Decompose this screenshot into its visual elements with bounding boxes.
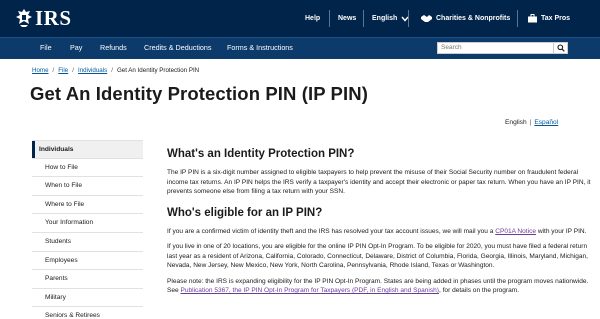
paragraph-what: The IP PIN is a six-digit number assigne… — [167, 169, 591, 195]
section-heading-what: What's an Identity Protection PIN? — [167, 148, 355, 160]
breadcrumb-home[interactable]: Home — [32, 67, 49, 74]
page-title: Get An Identity Protection PIN (IP PIN) — [30, 83, 368, 104]
top-header: IRS Help News English Charities & Nonpro… — [0, 0, 600, 37]
charities-link[interactable]: Charities & Nonprofits — [421, 0, 510, 37]
main-nav: File Pay Refunds Credits & Deductions Fo… — [0, 37, 600, 59]
sidebar-item-where-to-file[interactable]: Where to File — [32, 196, 143, 215]
nav-file[interactable]: File — [40, 38, 52, 59]
sidebar-nav: Individuals How to File When to File Whe… — [32, 140, 143, 319]
publication-5367-link[interactable]: Publication 5367, the IP PIN Opt-In Prog… — [180, 287, 439, 294]
sidebar-item-students[interactable]: Students — [32, 233, 143, 252]
sidebar-item-seniors-retirees[interactable]: Seniors & Retirees — [32, 307, 143, 319]
tax-pros-link-label: Tax Pros — [541, 15, 571, 22]
paragraph-note: Please note: the IRS is expanding eligib… — [167, 277, 591, 296]
search-icon — [556, 44, 565, 52]
breadcrumb-file[interactable]: File — [58, 67, 68, 74]
nav-refunds[interactable]: Refunds — [100, 38, 127, 59]
search-input[interactable]: Search — [437, 42, 554, 54]
nav-credits-deductions[interactable]: Credits & Deductions — [144, 38, 212, 59]
section-heading-who: Who's eligible for an IP PIN? — [167, 206, 323, 219]
sidebar-item-parents[interactable]: Parents — [32, 270, 143, 289]
sidebar-item-your-information[interactable]: Your Information — [32, 214, 143, 233]
nav-pay[interactable]: Pay — [70, 38, 82, 59]
breadcrumb-individuals[interactable]: Individuals — [78, 67, 107, 74]
breadcrumb-separator: / — [72, 67, 74, 74]
irs-logo[interactable]: IRS — [15, 7, 72, 29]
paragraph-note-text-end: , for details on the program. — [438, 287, 520, 294]
language-label: English — [372, 15, 398, 22]
sidebar-item-individuals[interactable]: Individuals — [32, 140, 143, 159]
breadcrumb-separator: / — [111, 67, 113, 74]
logo-text: IRS — [35, 6, 72, 30]
sidebar-item-military[interactable]: Military — [32, 289, 143, 308]
eagle-icon — [16, 9, 32, 27]
language-toggle: English | Español — [505, 119, 558, 126]
search-button[interactable] — [554, 42, 568, 54]
cp01a-notice-link[interactable]: CP01A Notice — [495, 228, 536, 235]
briefcase-icon — [528, 14, 537, 23]
paragraph-locations: If you live in one of 20 locations, you … — [167, 243, 589, 269]
paragraph-victim-text-end: with your IP PIN. — [536, 227, 587, 235]
divider — [517, 10, 518, 27]
nav-forms-instructions[interactable]: Forms & Instructions — [227, 38, 293, 59]
paragraph-victim-text: If you are a confirmed victim of identit… — [167, 227, 496, 235]
main-content: What's an Identity Protection PIN? The I… — [167, 147, 591, 296]
news-link-label: News — [338, 15, 357, 22]
breadcrumb: Home / File / Individuals / Get An Identity Pr… — [32, 67, 199, 74]
breadcrumb-separator: / — [52, 67, 55, 74]
sidebar-item-employees[interactable]: Employees — [32, 252, 143, 271]
handshake-icon — [421, 15, 432, 22]
paragraph-victim: If you are a confirmed victim of identit… — [167, 227, 591, 237]
breadcrumb-current: Get An Identity Protection PIN — [116, 67, 200, 74]
news-link[interactable]: News — [338, 0, 356, 37]
language-dropdown[interactable]: English — [372, 0, 409, 37]
language-separator: | — [529, 119, 532, 126]
divider — [408, 10, 409, 27]
sidebar-item-when-to-file[interactable]: When to File — [32, 177, 143, 196]
language-english: English — [505, 119, 527, 126]
divider — [329, 10, 330, 27]
sidebar-item-how-to-file[interactable]: How to File — [32, 159, 143, 178]
language-espanol-link[interactable]: Español — [534, 119, 558, 126]
divider — [363, 10, 364, 27]
tax-pros-link[interactable]: Tax Pros — [528, 0, 570, 37]
charities-link-label: Charities & Nonprofits — [436, 15, 511, 22]
help-link[interactable]: Help — [305, 0, 320, 37]
help-link-label: Help — [305, 15, 321, 22]
